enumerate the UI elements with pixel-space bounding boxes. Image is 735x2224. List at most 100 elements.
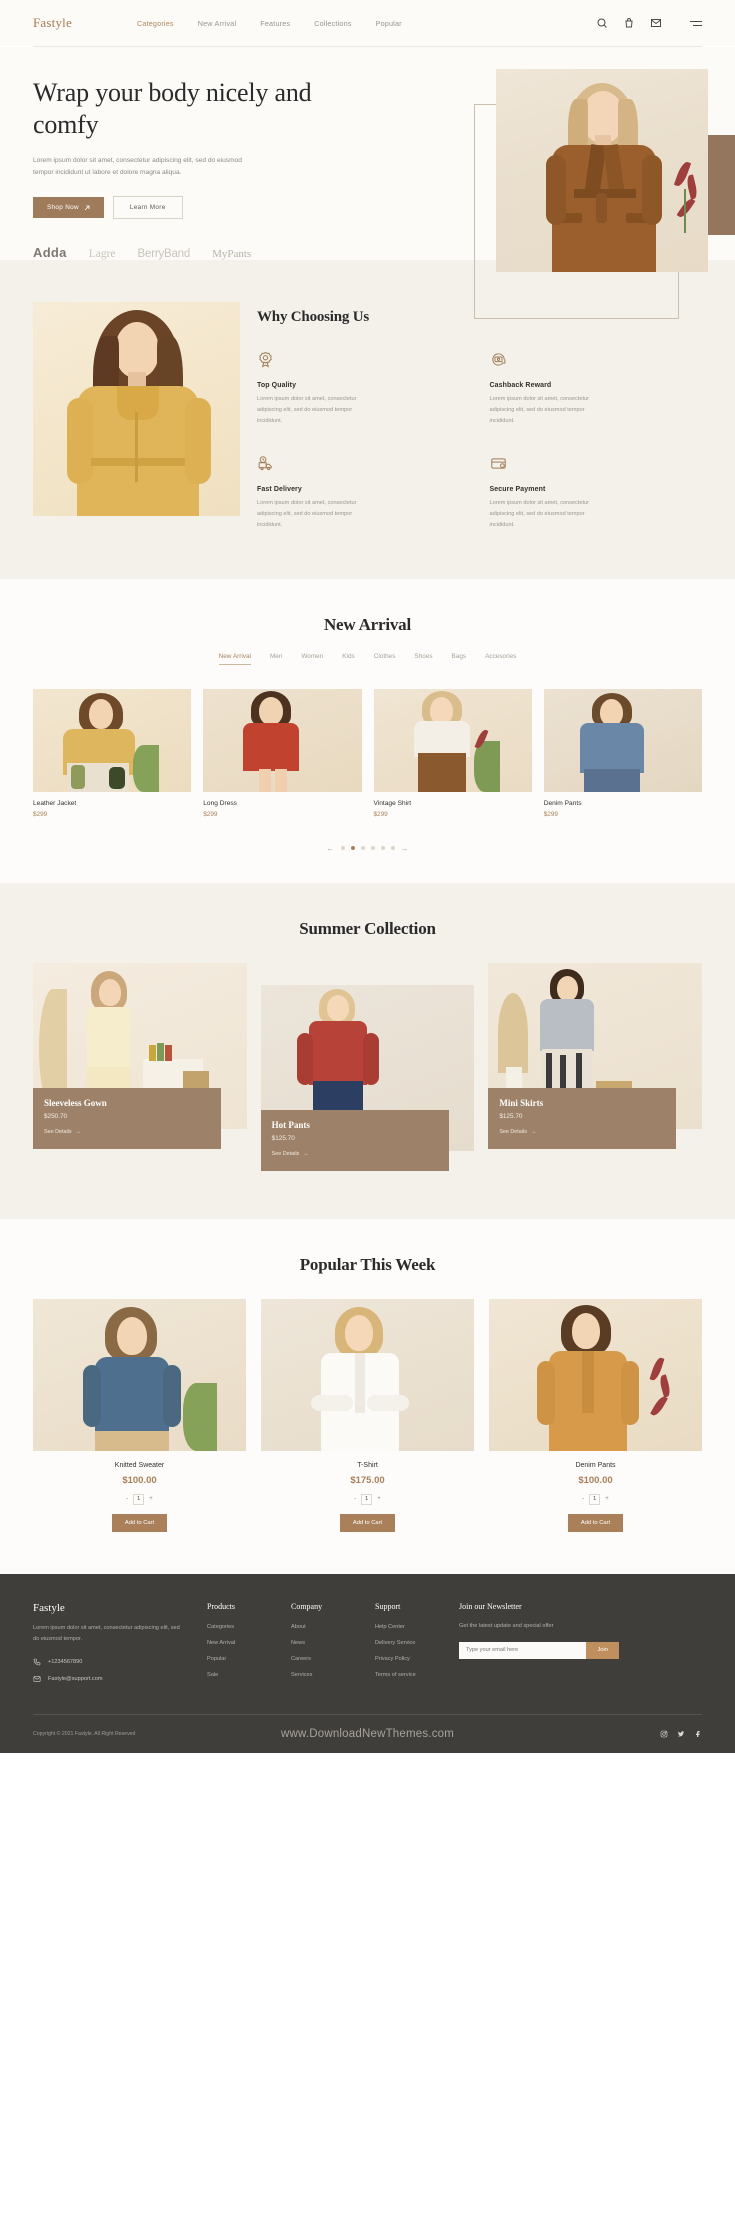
newsletter-block: Join our Newsletter Get the latest updat…: [459, 1602, 619, 1688]
qty-decrease-button[interactable]: -: [126, 1496, 128, 1502]
summer-card[interactable]: Hot Pants $125.70 See Details →: [260, 984, 475, 1171]
footer-link[interactable]: Sale: [207, 1672, 269, 1678]
carousel-dot[interactable]: [360, 846, 365, 851]
feature-title: Fast Delivery: [257, 486, 302, 494]
arrow-right-icon: →: [530, 1128, 537, 1135]
footer-link[interactable]: Privacy Policy: [375, 1656, 437, 1662]
carousel-dot[interactable]: [390, 846, 395, 851]
footer-link[interactable]: New Arrival: [207, 1640, 269, 1646]
footer-link[interactable]: Delivery Service: [375, 1640, 437, 1646]
popular-card[interactable]: Knitted Sweater $100.00 - 1 + Add to Car…: [33, 1298, 246, 1532]
arrow-right-icon: →: [303, 1150, 309, 1157]
category-tabs: New Arrival Men Women Kids Clothes Shoes…: [33, 653, 702, 665]
footer-link[interactable]: Careers: [291, 1656, 353, 1662]
qty-value[interactable]: 1: [361, 1493, 373, 1505]
nav-item-features[interactable]: Features: [260, 19, 290, 28]
footer-link[interactable]: Help Center: [375, 1624, 437, 1630]
feature-top-quality: Top Quality Lorem ipsum dolor sit amet, …: [257, 351, 470, 427]
footer-brand-block: Fastyle Lorem ipsum dolor sit amet, cons…: [33, 1602, 185, 1688]
learn-more-button[interactable]: Learn More: [112, 196, 183, 220]
qty-increase-button[interactable]: +: [149, 1496, 153, 1502]
carousel-dot[interactable]: [340, 846, 345, 851]
add-to-cart-button[interactable]: Add to Cart: [111, 1513, 168, 1532]
popular-product-name: T-Shirt: [357, 1461, 378, 1469]
footer-phone[interactable]: +1234567890: [33, 1658, 185, 1666]
feature-title: Secure Payment: [489, 486, 546, 494]
footer-email[interactable]: Fastyle@support.com: [33, 1675, 185, 1683]
mail-icon[interactable]: [650, 17, 662, 29]
bag-icon[interactable]: [623, 17, 635, 29]
product-name: Vintage Shirt: [373, 799, 412, 807]
product-price: $299: [33, 810, 48, 818]
newsletter-email-input[interactable]: [459, 1641, 587, 1659]
nav-item-categories[interactable]: Categories: [137, 19, 174, 28]
nav-item-collections[interactable]: Collections: [314, 19, 351, 28]
popular-card[interactable]: Denim Pants $100.00 - 1 + Add to Cart: [489, 1298, 702, 1532]
newsletter-form: Join: [459, 1641, 619, 1659]
footer-link[interactable]: Services: [291, 1672, 353, 1678]
qty-increase-button[interactable]: +: [605, 1496, 609, 1502]
see-details-link[interactable]: See Details →: [44, 1129, 81, 1135]
header-icon-group: [596, 17, 702, 29]
see-details-label: See Details: [271, 1150, 300, 1157]
site-logo[interactable]: Fastyle: [33, 15, 72, 31]
why-model-photo: [33, 302, 240, 517]
product-image: [373, 688, 532, 792]
carousel-dot[interactable]: [380, 846, 385, 851]
carousel-next-arrow[interactable]: →: [401, 844, 409, 853]
qty-decrease-button[interactable]: -: [582, 1496, 584, 1502]
add-to-cart-button[interactable]: Add to Cart: [339, 1513, 396, 1532]
shop-now-button[interactable]: Shop Now: [33, 197, 104, 219]
carousel-dot[interactable]: [370, 846, 375, 851]
see-details-label: See Details: [499, 1128, 527, 1135]
tab-accesories[interactable]: Accesories: [485, 653, 516, 665]
tab-bags[interactable]: Bags: [452, 653, 467, 665]
footer-logo[interactable]: Fastyle: [33, 1602, 185, 1614]
footer-link[interactable]: Popular: [207, 1656, 269, 1662]
quantity-stepper: - 1 +: [261, 1493, 474, 1505]
footer-link[interactable]: About: [291, 1624, 353, 1630]
footer-link[interactable]: News: [291, 1640, 353, 1646]
add-to-cart-button[interactable]: Add to Cart: [567, 1513, 624, 1532]
site-header: Fastyle Categories New Arrival Features …: [0, 0, 735, 46]
footer-column-title: Company: [291, 1601, 323, 1611]
tab-men[interactable]: Men: [270, 653, 282, 665]
footer-link[interactable]: Terms of service: [375, 1672, 437, 1678]
product-price: $299: [203, 810, 218, 818]
hamburger-icon[interactable]: [690, 20, 702, 26]
tab-new-arrival[interactable]: New Arrival: [218, 653, 251, 665]
nav-item-new-arrival[interactable]: New Arrival: [198, 19, 237, 28]
popular-card[interactable]: T-Shirt $175.00 - 1 + Add to Cart: [261, 1298, 474, 1532]
product-card[interactable]: Vintage Shirt $299: [373, 688, 532, 818]
carousel-pagination: ← →: [33, 844, 702, 853]
tab-clothes[interactable]: Clothes: [374, 653, 396, 665]
cashback-money-icon: [491, 353, 505, 366]
qty-increase-button[interactable]: +: [377, 1496, 381, 1502]
popular-product-price: $175.00: [350, 1474, 385, 1486]
qty-value[interactable]: 1: [133, 1493, 145, 1505]
tab-shoes[interactable]: Shoes: [414, 653, 432, 665]
see-details-link[interactable]: See Details →: [499, 1129, 536, 1135]
qty-decrease-button[interactable]: -: [354, 1496, 356, 1502]
carousel-prev-arrow[interactable]: ←: [327, 844, 335, 853]
footer-link[interactable]: Categories: [207, 1624, 269, 1630]
summer-card[interactable]: Sleeveless Gown $250.70 See Details →: [33, 962, 247, 1149]
tab-women[interactable]: Women: [301, 653, 323, 665]
summer-title: Summer Collection: [299, 918, 436, 938]
carousel-dot-active[interactable]: [350, 846, 355, 851]
product-card[interactable]: Long Dress $299: [203, 688, 362, 818]
feature-title: Top Quality: [257, 382, 297, 390]
footer-column-company: Company About News Careers Services: [291, 1602, 353, 1688]
search-icon[interactable]: [596, 17, 608, 29]
new-arrival-title: New Arrival: [323, 614, 412, 634]
see-details-link[interactable]: See Details →: [272, 1151, 309, 1157]
newsletter-join-button[interactable]: Join: [586, 1641, 619, 1659]
tab-kids[interactable]: Kids: [342, 653, 354, 665]
summer-card[interactable]: Mini Skirts $125.70 See Details →: [488, 962, 702, 1149]
summer-product-name: Sleeveless Gown: [44, 1097, 107, 1108]
qty-value[interactable]: 1: [589, 1493, 601, 1505]
summer-product-price: $125.70: [271, 1134, 295, 1142]
product-card[interactable]: Leather Jacket $299: [33, 688, 192, 818]
nav-item-popular[interactable]: Popular: [376, 19, 402, 28]
product-card[interactable]: Denim Pants $299: [543, 688, 702, 818]
